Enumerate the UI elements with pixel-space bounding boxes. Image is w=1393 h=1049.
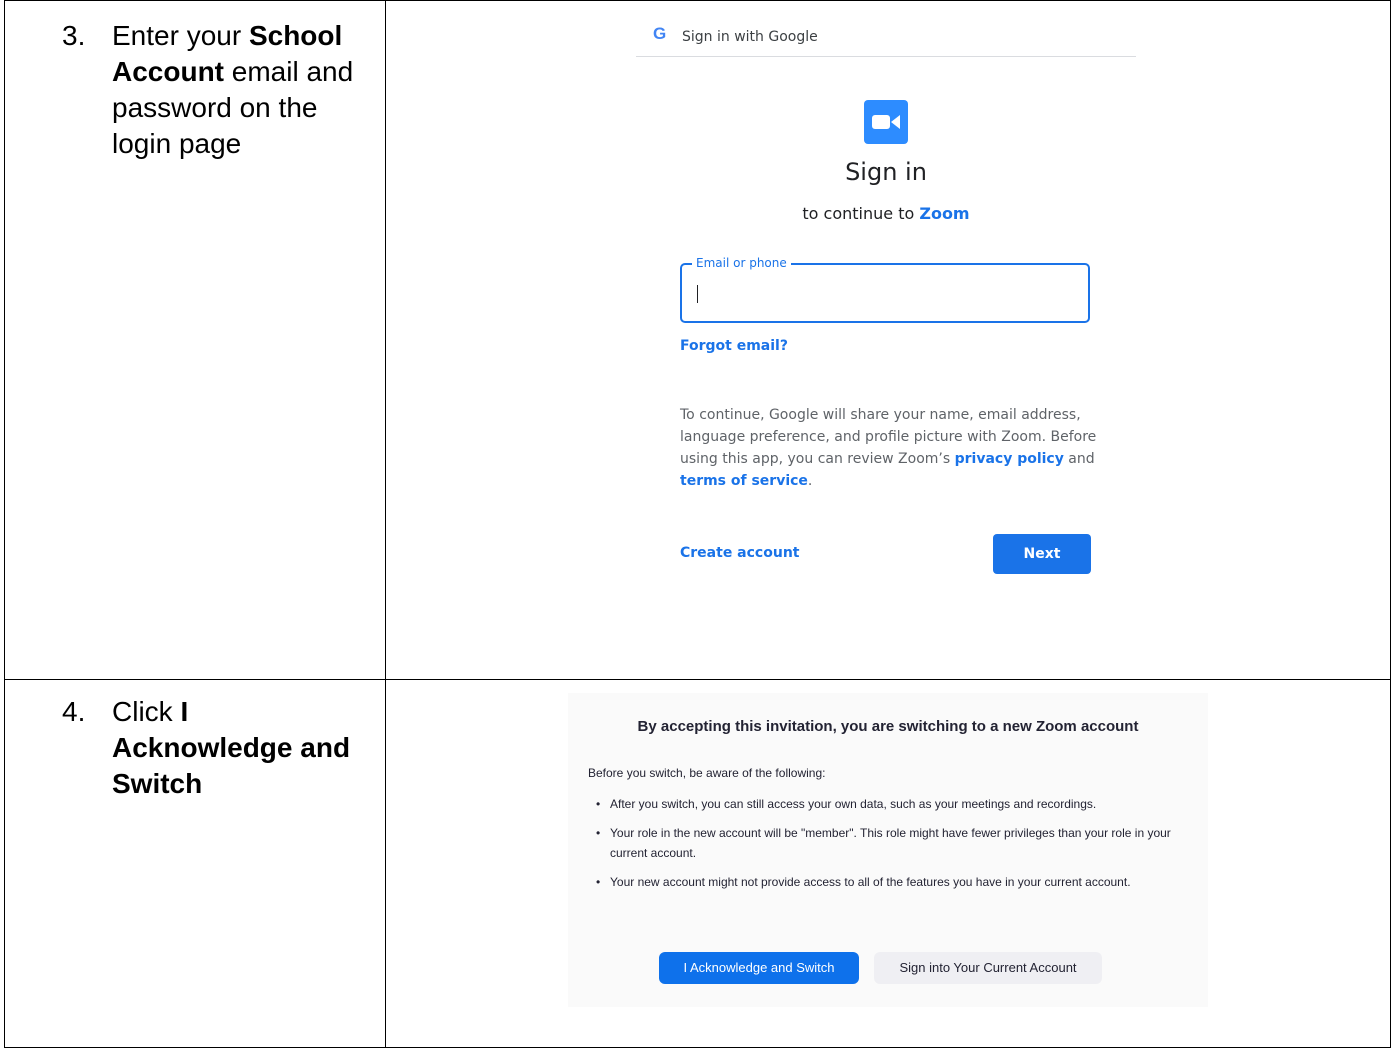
step-text: Enter your School Account email and pass… (112, 18, 372, 162)
list-item: • Your new account might not provide acce… (596, 872, 1176, 892)
google-signin-header: G Sign in with Google (636, 18, 1136, 57)
step-text-part: Click (112, 696, 181, 727)
list-item: • Your role in the new account will be "m… (596, 823, 1176, 863)
step-number: 3. (62, 20, 86, 51)
subtitle-prefix: to continue to (802, 204, 920, 223)
column-divider (385, 1, 386, 1047)
step-text-part: Enter your (112, 20, 249, 51)
google-signin-panel: G Sign in with Google Sign in to continu… (636, 18, 1136, 658)
bullet-icon: • (596, 875, 601, 889)
dialog-title: By accepting this invitation, you are sw… (637, 718, 1139, 735)
step-text: Click I Acknowledge and Switch (112, 694, 372, 802)
signin-subtitle: to continue to Zoom (636, 204, 1136, 223)
row-divider (5, 679, 1390, 680)
consent-text: To continue, Google will share your name… (680, 404, 1100, 492)
bullet-icon: • (596, 797, 601, 811)
text-cursor (697, 285, 698, 303)
privacy-policy-link[interactable]: privacy policy (955, 451, 1064, 467)
sign-into-current-account-button[interactable]: Sign into Your Current Account (874, 952, 1102, 984)
step-number: 4. (62, 696, 86, 727)
zoom-switch-dialog: By accepting this invitation, you are sw… (568, 693, 1208, 1007)
create-account-link[interactable]: Create account (680, 545, 799, 561)
camera-lens-shape (891, 115, 900, 129)
page-title: Sign in (845, 158, 927, 186)
consent-part: . (807, 473, 813, 489)
list-item: • After you switch, you can still access … (596, 794, 1176, 814)
next-button[interactable]: Next (993, 534, 1091, 574)
app-name-link[interactable]: Zoom (919, 204, 969, 223)
list-item-text: Your new account might not provide acces… (610, 875, 1131, 889)
email-field[interactable]: Email or phone (680, 256, 1090, 323)
google-g-icon: G (653, 24, 667, 43)
email-field-label: Email or phone (692, 256, 791, 270)
bullet-icon: • (596, 826, 601, 840)
list-item-text: Your role in the new account will be "me… (610, 826, 1171, 860)
terms-of-service-link[interactable]: terms of service (680, 473, 808, 489)
warning-list: • After you switch, you can still access … (596, 794, 1176, 901)
forgot-email-link[interactable]: Forgot email? (680, 338, 788, 354)
camera-body-shape (872, 115, 890, 129)
consent-part: and (1063, 451, 1095, 467)
google-header-text: Sign in with Google (682, 29, 818, 45)
list-item-text: After you switch, you can still access y… (610, 797, 1097, 811)
acknowledge-and-switch-button[interactable]: I Acknowledge and Switch (659, 952, 859, 984)
zoom-video-icon (864, 100, 908, 144)
dialog-intro: Before you switch, be aware of the follo… (588, 766, 826, 780)
